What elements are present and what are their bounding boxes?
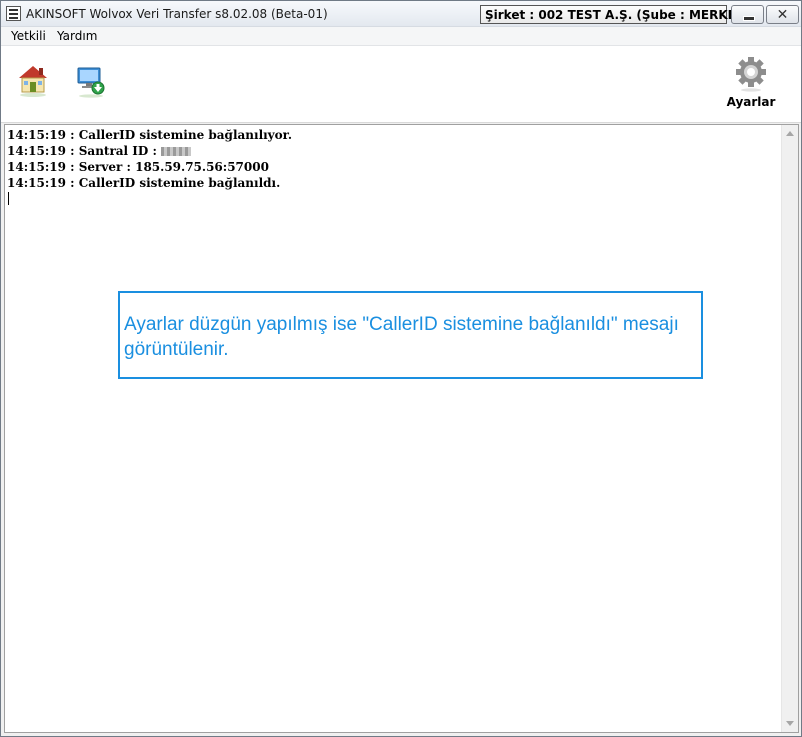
log-message: : CallerID sistemine bağlanıldı. <box>65 176 281 190</box>
log-time: 14:15:19 <box>7 160 66 174</box>
menu-bar: Yetkili Yardım <box>1 27 801 46</box>
menu-yardim[interactable]: Yardım <box>57 29 97 43</box>
log-message: : Santral ID : <box>65 144 162 158</box>
settings-button[interactable]: Ayarlar <box>723 54 779 114</box>
log-line: 14:15:19 : Santral ID : <box>7 143 292 159</box>
log-textarea[interactable]: 14:15:19 : CallerID sistemine bağlanılıy… <box>4 124 799 733</box>
log-line: 14:15:19 : Server : 185.59.75.56:57000 <box>7 159 292 175</box>
app-icon[interactable] <box>6 6 21 21</box>
company-info-box: Şirket : 002 TEST A.Ş. (Şube : MERKEZ) <box>480 5 750 24</box>
log-message: : CallerID sistemine bağlanılıyor. <box>65 128 293 142</box>
title-bar: AKINSOFT Wolvox Veri Transfer s8.02.08 (… <box>1 1 801 27</box>
log-time: 14:15:19 <box>7 176 66 190</box>
scroll-up-icon[interactable] <box>786 131 794 136</box>
vertical-scrollbar[interactable] <box>781 125 798 732</box>
close-icon: ✕ <box>776 6 789 22</box>
close-button[interactable]: ✕ <box>766 5 799 24</box>
toolbar: Ayarlar <box>1 46 801 123</box>
info-callout: Ayarlar düzgün yapılmış ise "CallerID si… <box>118 291 703 379</box>
scroll-down-icon[interactable] <box>786 721 794 726</box>
transfer-button[interactable] <box>75 64 107 98</box>
redacted-value <box>161 147 192 156</box>
minimize-button[interactable] <box>731 5 764 24</box>
home-icon <box>19 66 47 97</box>
log-line: 14:15:19 : CallerID sistemine bağlanılıy… <box>7 127 292 143</box>
log-time: 14:15:19 <box>7 144 66 158</box>
app-window: AKINSOFT Wolvox Veri Transfer s8.02.08 (… <box>0 0 802 737</box>
menu-yetkili[interactable]: Yetkili <box>11 29 46 43</box>
text-caret <box>8 192 9 205</box>
window-title: AKINSOFT Wolvox Veri Transfer s8.02.08 (… <box>26 7 328 21</box>
settings-label: Ayarlar <box>726 95 776 109</box>
log-message: : Server : 185.59.75.56:57000 <box>65 160 269 174</box>
home-button[interactable] <box>17 64 49 98</box>
log-line: 14:15:19 : CallerID sistemine bağlanıldı… <box>7 175 292 191</box>
monitor-transfer-icon <box>77 67 105 98</box>
gear-icon <box>736 57 766 92</box>
log-time: 14:15:19 <box>7 128 66 142</box>
log-lines: 14:15:19 : CallerID sistemine bağlanılıy… <box>7 127 292 191</box>
